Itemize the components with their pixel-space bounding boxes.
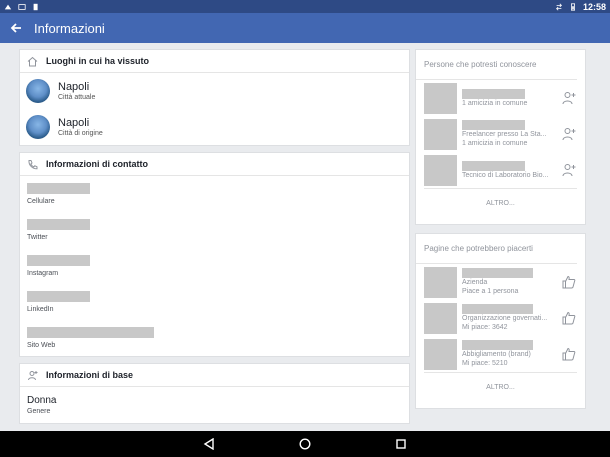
place-type: Città di origine bbox=[58, 130, 103, 137]
page-thumbnail bbox=[424, 338, 457, 370]
image-icon bbox=[18, 3, 26, 10]
system-nav-bar bbox=[0, 431, 610, 457]
redacted-name bbox=[462, 268, 533, 278]
person-detail: Freelancer presso La Sta... bbox=[462, 131, 547, 138]
redacted-value bbox=[27, 219, 90, 230]
contact-row: Cellulare bbox=[20, 176, 409, 212]
person-detail-2: 1 amicizia in comune bbox=[462, 140, 528, 147]
page-title: Informazioni bbox=[34, 20, 105, 36]
pages-suggestions-card: Pagine che potrebbero piacerti Azienda P… bbox=[415, 233, 586, 409]
add-friend-icon[interactable] bbox=[559, 124, 579, 144]
places-heading: Luoghi in cui ha vissuto bbox=[46, 56, 150, 66]
contact-label: Cellulare bbox=[27, 198, 55, 205]
basic-info-header: Informazioni di base bbox=[20, 364, 409, 387]
back-arrow-icon[interactable] bbox=[2, 13, 30, 43]
redacted-name bbox=[462, 120, 525, 130]
battery-icon bbox=[570, 2, 575, 11]
redacted-name bbox=[462, 340, 533, 350]
contact-label: Twitter bbox=[27, 234, 48, 241]
transfer-icon bbox=[556, 3, 562, 10]
contact-heading: Informazioni di contatto bbox=[46, 159, 148, 169]
contact-label: Instagram bbox=[27, 270, 59, 277]
people-heading: Persone che potresti conoscere bbox=[416, 50, 577, 80]
status-bar: 12:58 bbox=[0, 0, 610, 13]
page-likes: Piace a 1 persona bbox=[462, 288, 519, 295]
page-thumbnail bbox=[424, 266, 457, 298]
add-friend-icon[interactable] bbox=[559, 88, 579, 108]
place-row[interactable]: Napoli Città di origine bbox=[20, 109, 409, 145]
place-type: Città attuale bbox=[58, 94, 96, 101]
person-thumbnail bbox=[424, 82, 457, 114]
place-thumbnail bbox=[26, 115, 50, 139]
redacted-value bbox=[27, 291, 90, 302]
redacted-name bbox=[462, 88, 525, 99]
page-category: Azienda bbox=[462, 279, 488, 286]
person-suggestion-row[interactable]: Freelancer presso La Sta... 1 amicizia i… bbox=[416, 116, 585, 152]
contact-label: LinkedIn bbox=[27, 306, 54, 313]
contact-row: LinkedIn bbox=[20, 284, 409, 320]
person-suggestion-row[interactable]: Tecnico di Laboratorio Bio... bbox=[416, 152, 585, 188]
notification-icon bbox=[4, 4, 12, 9]
redacted-name bbox=[462, 160, 525, 171]
home-icon bbox=[26, 55, 38, 67]
pages-heading: Pagine che potrebbero piacerti bbox=[416, 234, 577, 264]
about-main-column: Luoghi in cui ha vissuto Napoli Città at… bbox=[19, 49, 410, 431]
page-category: Abbigliamento (brand) bbox=[462, 351, 531, 358]
places-header: Luoghi in cui ha vissuto bbox=[20, 50, 409, 73]
people-suggestions-card: Persone che potresti conoscere 1 amicizi… bbox=[415, 49, 586, 225]
redacted-value bbox=[27, 183, 90, 194]
basic-info-card: Informazioni di base Donna Genere bbox=[19, 363, 410, 424]
person-thumbnail bbox=[424, 118, 457, 150]
page-suggestion-row[interactable]: Abbigliamento (brand) Mi piace: 5210 bbox=[416, 336, 585, 372]
contact-row: Sito Web bbox=[20, 320, 409, 356]
nav-recents-icon[interactable] bbox=[394, 437, 408, 451]
nav-back-icon[interactable] bbox=[202, 437, 216, 451]
basic-info-heading: Informazioni di base bbox=[46, 370, 134, 380]
thumbs-up-icon[interactable] bbox=[559, 308, 579, 328]
page-suggestion-row[interactable]: Azienda Piace a 1 persona bbox=[416, 264, 585, 300]
page-thumbnail bbox=[424, 302, 457, 334]
gender-label: Genere bbox=[27, 408, 51, 415]
contact-header: Informazioni di contatto bbox=[20, 153, 409, 176]
page-suggestion-row[interactable]: Organizzazione governati... Mi piace: 36… bbox=[416, 300, 585, 336]
lock-icon bbox=[33, 3, 38, 10]
place-thumbnail bbox=[26, 79, 50, 103]
person-suggestion-row[interactable]: 1 amicizia in comune bbox=[416, 80, 585, 116]
phone-icon bbox=[26, 158, 38, 170]
app-bar: Informazioni bbox=[0, 13, 610, 43]
person-detail: 1 amicizia in comune bbox=[462, 99, 528, 107]
person-detail: Tecnico di Laboratorio Bio... bbox=[462, 171, 549, 179]
contact-row: Twitter bbox=[20, 212, 409, 248]
nav-home-icon[interactable] bbox=[298, 437, 312, 451]
redacted-name bbox=[462, 304, 533, 314]
thumbs-up-icon[interactable] bbox=[559, 272, 579, 292]
gender-row: Donna Genere bbox=[20, 387, 409, 423]
contact-card: Informazioni di contatto Cellulare Twitt… bbox=[19, 152, 410, 357]
more-people-button[interactable]: ALTRO... bbox=[424, 188, 577, 218]
places-card: Luoghi in cui ha vissuto Napoli Città at… bbox=[19, 49, 410, 146]
add-friend-icon[interactable] bbox=[559, 160, 579, 180]
place-name: Napoli bbox=[58, 117, 90, 129]
page-likes: Mi piace: 5210 bbox=[462, 360, 508, 367]
place-row[interactable]: Napoli Città attuale bbox=[20, 73, 409, 109]
contact-row: Instagram bbox=[20, 248, 409, 284]
thumbs-up-icon[interactable] bbox=[559, 344, 579, 364]
gender-value: Donna bbox=[27, 395, 57, 406]
clock: 12:58 bbox=[582, 1, 606, 12]
contact-label: Sito Web bbox=[27, 342, 56, 349]
page-category: Organizzazione governati... bbox=[462, 315, 548, 322]
redacted-value bbox=[27, 327, 154, 338]
person-thumbnail bbox=[424, 154, 457, 186]
place-name: Napoli bbox=[58, 81, 90, 93]
more-pages-button[interactable]: ALTRO... bbox=[424, 372, 577, 402]
page-likes: Mi piace: 3642 bbox=[462, 324, 508, 331]
redacted-value bbox=[27, 255, 90, 266]
person-icon bbox=[26, 369, 38, 381]
